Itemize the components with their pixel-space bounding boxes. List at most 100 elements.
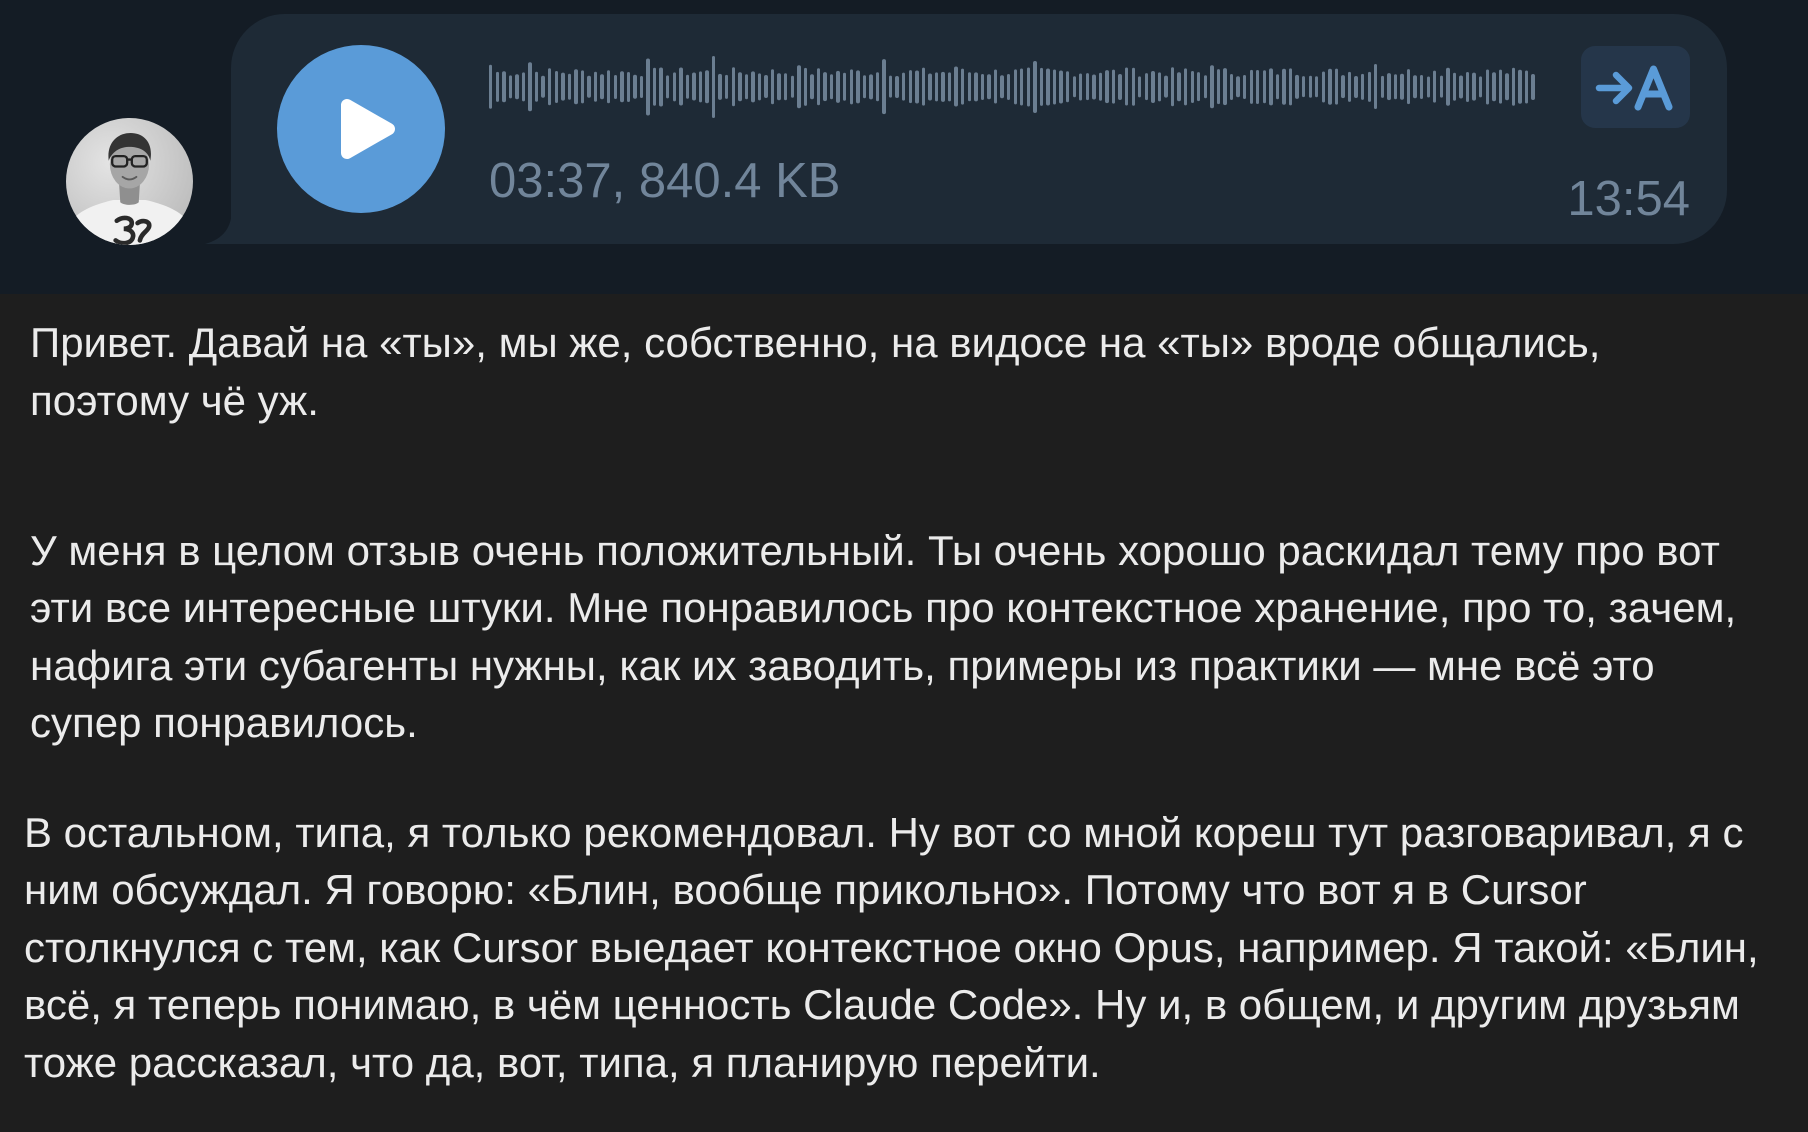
waveform-bar	[1498, 69, 1503, 104]
waveform-bar	[829, 73, 834, 100]
waveform-bar	[685, 74, 690, 99]
waveform-bar	[757, 72, 762, 101]
waveform-bar	[1092, 73, 1096, 100]
waveform-bar	[534, 71, 539, 102]
transcript-paragraph: У меня в целом отзыв очень положительный…	[30, 522, 1796, 752]
waveform-bar	[1033, 60, 1037, 113]
waveform-bar	[646, 58, 650, 115]
waveform-bar	[1406, 68, 1411, 105]
waveform-bar	[521, 71, 526, 102]
waveform-bar	[1524, 70, 1529, 103]
waveform-bar	[974, 71, 978, 102]
waveform-bar	[1367, 71, 1371, 102]
transcript-line: В остальном, типа, я только рекомендовал…	[24, 808, 1744, 856]
waveform-bar	[725, 74, 729, 99]
transcript-line: супер понравилось.	[30, 699, 418, 747]
waveform-bar	[797, 64, 801, 109]
transcribe-button[interactable]	[1581, 46, 1690, 128]
transcript-line: нафига эти субагенты нужны, как их завод…	[30, 641, 1655, 689]
duration-size-label: 03:37, 840.4 KB	[489, 154, 841, 208]
transcript-line: У меня в целом отзыв очень положительный…	[30, 526, 1720, 574]
sender-avatar[interactable]	[66, 118, 193, 245]
waveform-bar	[1374, 63, 1378, 110]
play-button[interactable]	[277, 45, 445, 213]
waveform-bar	[1138, 75, 1142, 98]
waveform-bar	[1380, 75, 1385, 98]
waveform-bar	[895, 75, 899, 98]
waveform-bar	[1020, 68, 1024, 105]
waveform-bar	[1229, 73, 1234, 100]
waveform-bar	[567, 73, 572, 100]
waveform-bar	[1472, 72, 1476, 101]
waveform-bar	[1124, 67, 1129, 106]
play-icon	[341, 99, 395, 159]
waveform-bar	[888, 75, 893, 98]
waveform-bar	[1079, 72, 1083, 101]
waveform-bar	[1131, 67, 1135, 106]
waveform-bar	[1478, 75, 1483, 98]
waveform-bar	[915, 69, 919, 104]
waveform-bar	[1452, 72, 1457, 101]
waveform-bar	[941, 71, 945, 102]
waveform-bar	[1334, 68, 1339, 105]
waveform-bar	[1301, 75, 1306, 98]
waveform-bar	[1446, 67, 1450, 106]
waveform-bar	[790, 75, 794, 98]
waveform-bar	[849, 68, 853, 105]
waveform-bar	[508, 74, 513, 99]
waveform-bar	[875, 71, 880, 102]
waveform-bar	[1531, 73, 1535, 100]
waveform-bar	[1177, 71, 1181, 102]
waveform-bar	[1039, 67, 1044, 106]
waveform-bar	[1347, 71, 1352, 102]
waveform-bar	[1269, 67, 1273, 106]
waveform-bar	[1144, 72, 1149, 101]
waveform-bar	[1354, 75, 1358, 98]
waveform-bar	[620, 70, 624, 103]
waveform-bar	[1046, 67, 1050, 106]
waveform-bar	[718, 73, 722, 100]
waveform-bar	[967, 71, 971, 102]
transcript-line: всё, я теперь понимаю, в чём ценность Cl…	[24, 981, 1740, 1029]
waveform[interactable]	[489, 55, 1538, 118]
waveform-bar	[1439, 75, 1444, 98]
message-time: 13:54	[1567, 172, 1690, 226]
waveform-bar	[882, 58, 886, 115]
transcript-line: тоже рассказал, что да, вот, типа, я пла…	[24, 1038, 1101, 1086]
waveform-bar	[1459, 74, 1463, 99]
waveform-bar	[574, 68, 578, 105]
waveform-bar	[1288, 67, 1293, 106]
waveform-bar	[561, 72, 565, 101]
waveform-bar	[1321, 70, 1326, 103]
waveform-bar	[1170, 66, 1175, 107]
waveform-bar	[816, 67, 821, 106]
waveform-bar	[672, 71, 676, 102]
waveform-bar	[744, 73, 749, 100]
voice-message-bubble: 03:37, 840.4 KB 13:54	[205, 14, 1727, 244]
waveform-bar	[961, 68, 965, 105]
waveform-bar	[1465, 71, 1470, 102]
waveform-bar	[1072, 75, 1076, 98]
waveform-bar	[1006, 73, 1011, 100]
waveform-bar	[993, 69, 998, 104]
transcript-line: столкнулся с тем, как Cursor выедает кон…	[24, 923, 1759, 971]
waveform-bar	[613, 74, 617, 99]
transcript-paragraph: Привет. Давай на «ты», мы же, собственно…	[30, 314, 1796, 429]
waveform-bar	[1262, 69, 1267, 104]
waveform-bar	[1426, 75, 1430, 98]
waveform-bar	[1419, 74, 1424, 99]
waveform-bar	[810, 73, 814, 100]
waveform-bar	[1118, 73, 1122, 100]
waveform-bar	[1098, 72, 1103, 101]
waveform-bar	[554, 70, 558, 103]
waveform-bar	[639, 75, 644, 98]
waveform-bar	[1308, 75, 1312, 98]
waveform-bar	[784, 72, 788, 101]
waveform-bar	[1328, 68, 1332, 105]
waveform-bar	[1242, 74, 1247, 99]
waveform-bar	[548, 67, 552, 106]
waveform-bar	[777, 72, 781, 101]
waveform-bar	[738, 71, 742, 102]
waveform-bar	[1059, 70, 1063, 103]
waveform-bar	[528, 61, 532, 112]
